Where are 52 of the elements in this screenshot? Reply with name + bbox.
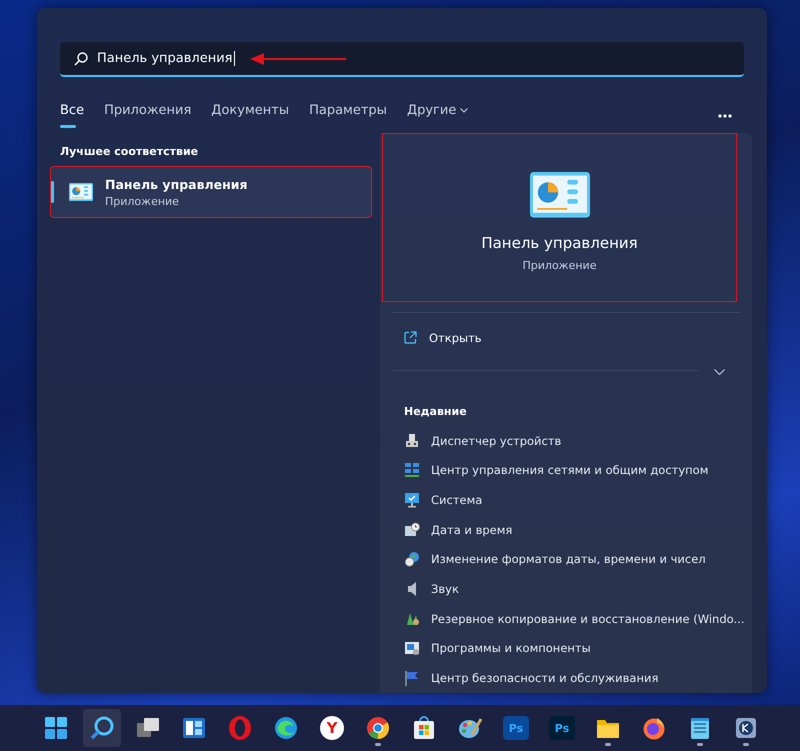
recent-item[interactable]: Программы и компоненты <box>404 634 752 664</box>
clock-icon <box>404 522 420 538</box>
section-heading: Недавние <box>404 404 468 418</box>
app-icon <box>733 715 759 741</box>
search-icon <box>74 52 88 66</box>
recent-item[interactable]: Изменение форматов даты, времени и чисел <box>404 544 752 574</box>
edge-icon <box>273 715 299 741</box>
store-bag-icon <box>411 715 437 741</box>
flag-icon <box>404 670 420 686</box>
programs-icon <box>404 640 420 656</box>
monitor-icon <box>404 492 420 508</box>
tab[interactable]: Приложения <box>96 99 200 128</box>
widgets-icon <box>181 715 207 741</box>
network-icon <box>404 462 420 478</box>
recent-item[interactable]: Дата и время <box>404 514 752 544</box>
tab[interactable]: Параметры <box>301 99 395 128</box>
search-icon <box>89 715 115 741</box>
chevron-icon <box>714 368 725 375</box>
recent-item[interactable]: Звук <box>404 574 752 604</box>
control-panel-icon <box>69 183 93 201</box>
logo-text: Y <box>320 716 344 740</box>
recent-item[interactable]: Система <box>404 485 752 515</box>
logo-text: Ps <box>503 716 529 740</box>
printer-icon <box>404 432 420 449</box>
control-panel-icon <box>530 172 590 218</box>
taskbar-button[interactable] <box>83 709 121 747</box>
tab[interactable]: Все <box>60 99 92 128</box>
tab[interactable]: Документы <box>203 99 298 128</box>
firefox-icon <box>641 715 667 741</box>
tab[interactable]: Другие <box>398 99 476 128</box>
preview-title: Панель управления <box>481 234 638 252</box>
windows-icon <box>43 715 69 741</box>
search-field[interactable]: Панель управления <box>60 42 744 77</box>
result-title: Панель управления <box>105 176 248 192</box>
search-text: Панель управления <box>97 51 234 66</box>
external-link-icon <box>404 331 417 344</box>
result-subtitle: Приложение <box>105 194 180 208</box>
recent-item[interactable]: Диспетчер устройств <box>404 426 752 456</box>
result-item[interactable]: Панель управления Приложение <box>50 166 372 218</box>
more-icon <box>718 114 732 118</box>
preview-subtitle: Приложение <box>522 259 596 272</box>
section-heading: Лучшее соответствие <box>60 145 200 158</box>
globe-clock-icon <box>404 551 420 568</box>
recent-item[interactable]: Резервное копирование и восстановление (Windo... <box>404 604 752 634</box>
recent-item[interactable]: Центр управления сетями и общим доступом <box>404 455 752 486</box>
taskbar-button[interactable]: Y <box>313 709 351 747</box>
chrome-icon <box>365 715 391 741</box>
logo-text: Ps <box>549 716 575 740</box>
open-link[interactable]: Открыть <box>404 326 482 349</box>
taskbar-button[interactable]: Ps <box>543 709 581 747</box>
opera-icon <box>227 715 253 741</box>
recent-item[interactable]: Центр безопасности и обслуживания <box>404 663 752 693</box>
